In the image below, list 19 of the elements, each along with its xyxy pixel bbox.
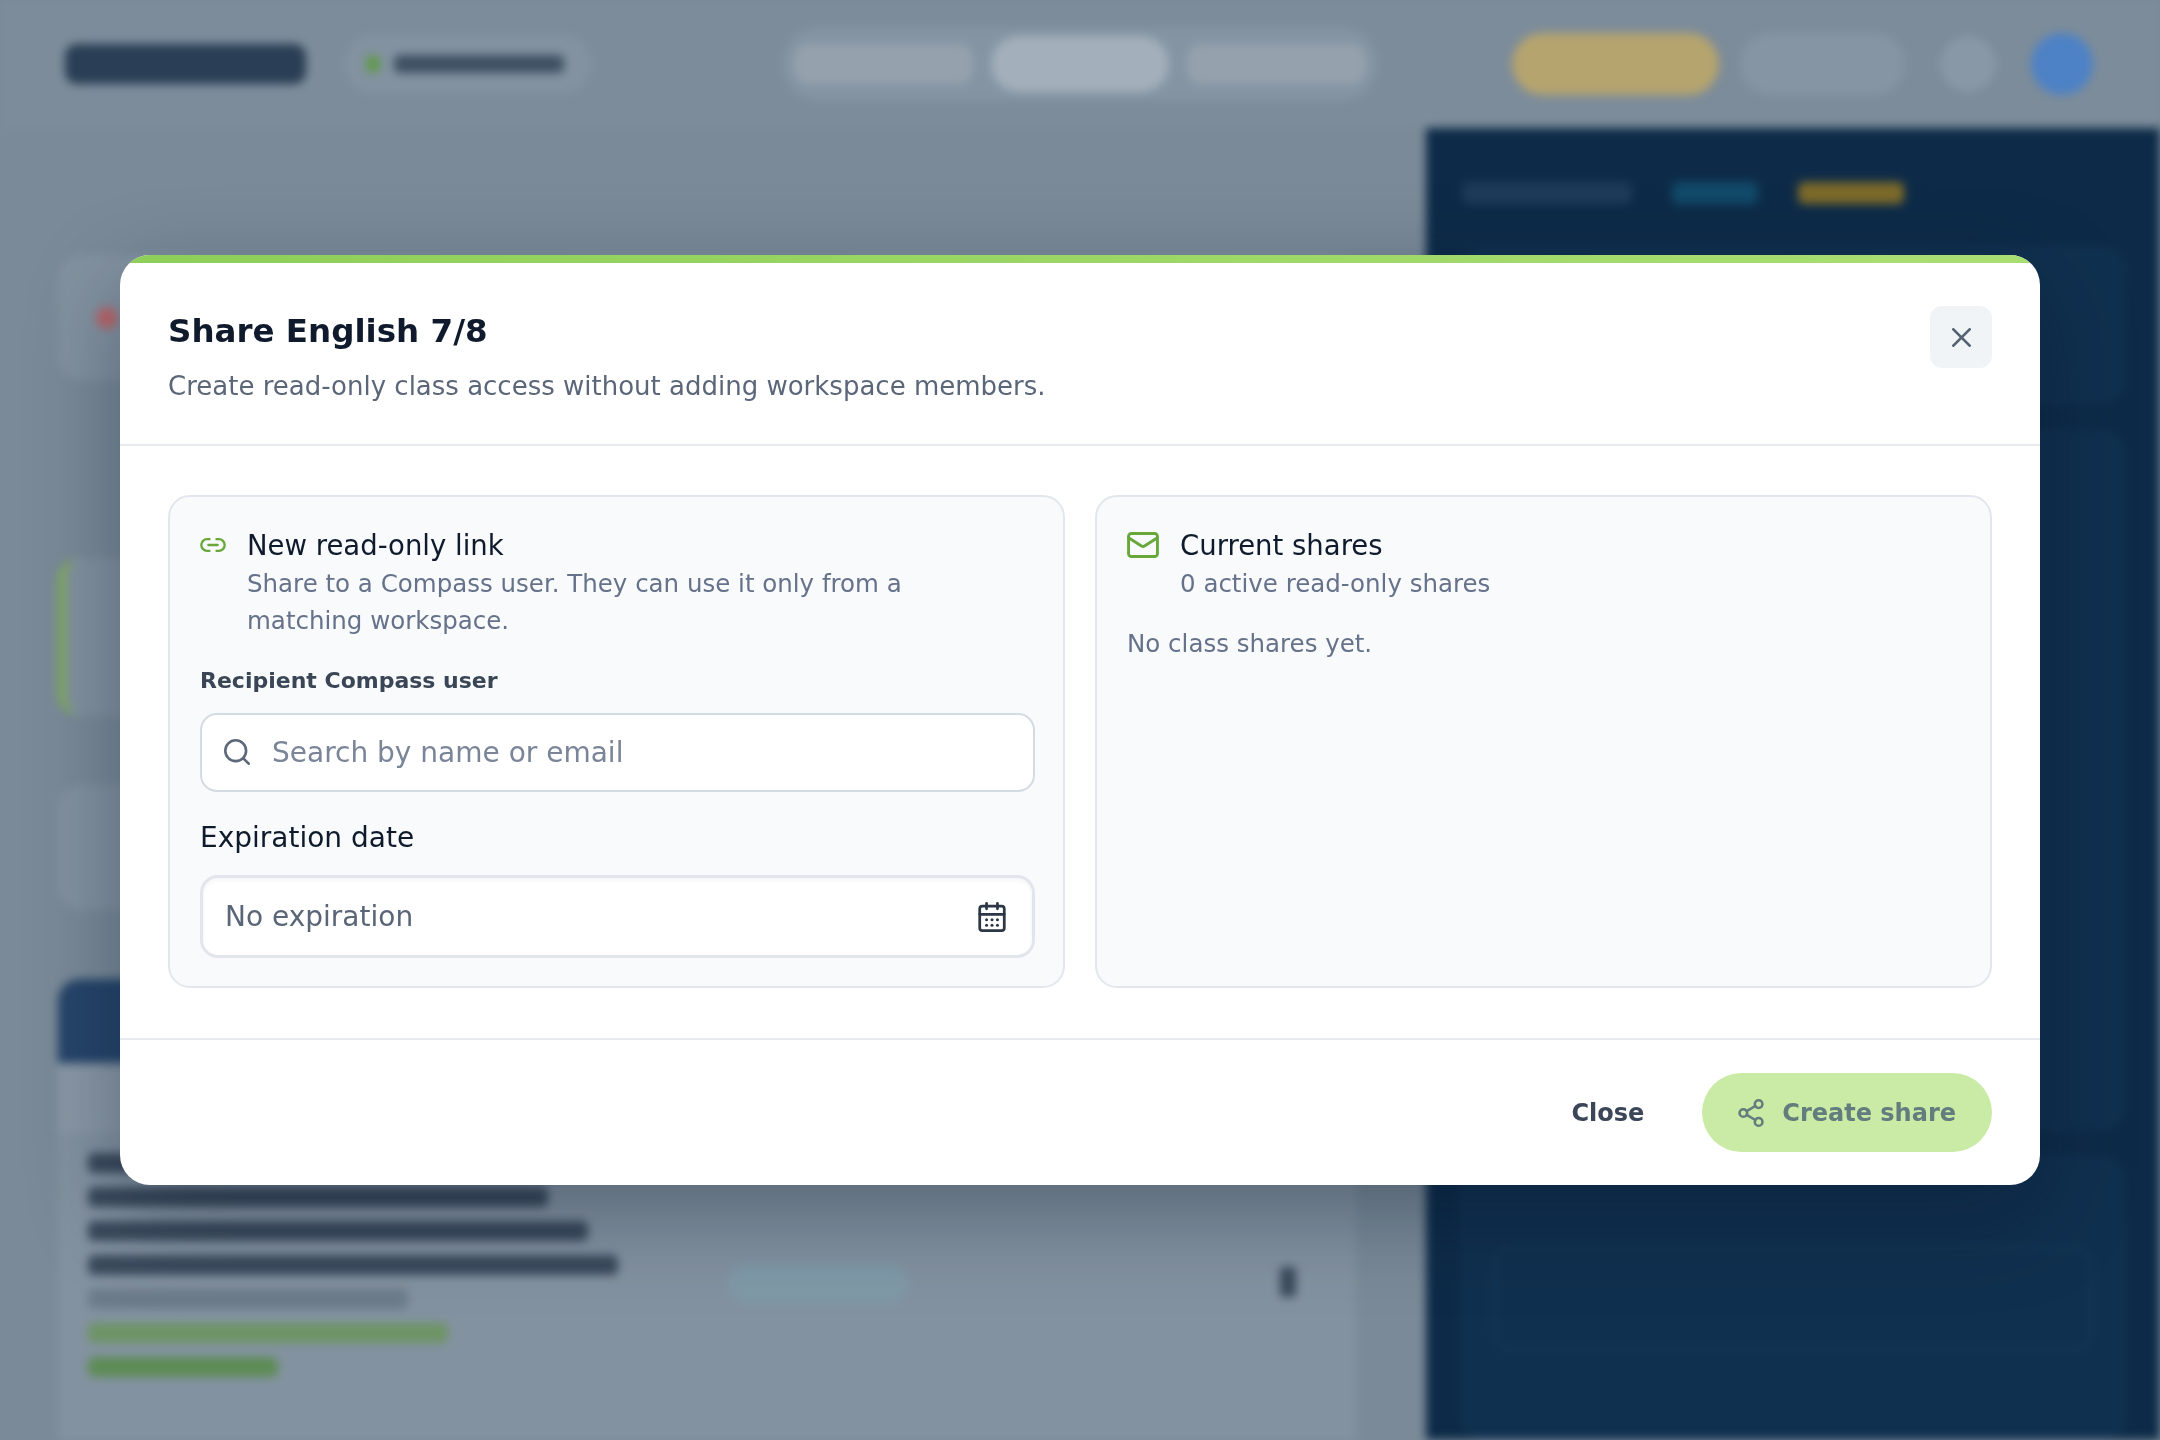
panel-description: Share to a Compass user. They can use it only from a matching workspace. (247, 568, 903, 637)
search-icon (224, 739, 250, 765)
dialog-title: Share English 7/8 (168, 311, 488, 351)
field-label: Recipient Compass user (200, 667, 498, 695)
close-text-button[interactable]: Close (1547, 1073, 1669, 1152)
search-field[interactable]: Search by name or email (200, 713, 1035, 792)
panel-title: New read-only link (247, 528, 504, 563)
date-field[interactable]: No expiration (200, 875, 1035, 958)
calendar-icon[interactable] (978, 901, 1006, 932)
panel-description: 0 active read-only shares (1180, 568, 1491, 600)
empty-message: No class shares yet. (1127, 628, 1373, 660)
panel-title: Current shares (1180, 528, 1383, 563)
close-icon (1951, 327, 1971, 347)
dialog-subtitle: Create read-only class access without adding workspace members. (168, 370, 1046, 403)
share-icon (1738, 1098, 1765, 1127)
close-button[interactable] (1930, 306, 1992, 368)
link-icon (200, 538, 226, 552)
envelope-icon (1127, 532, 1159, 558)
field-label: Expiration date (200, 820, 415, 856)
